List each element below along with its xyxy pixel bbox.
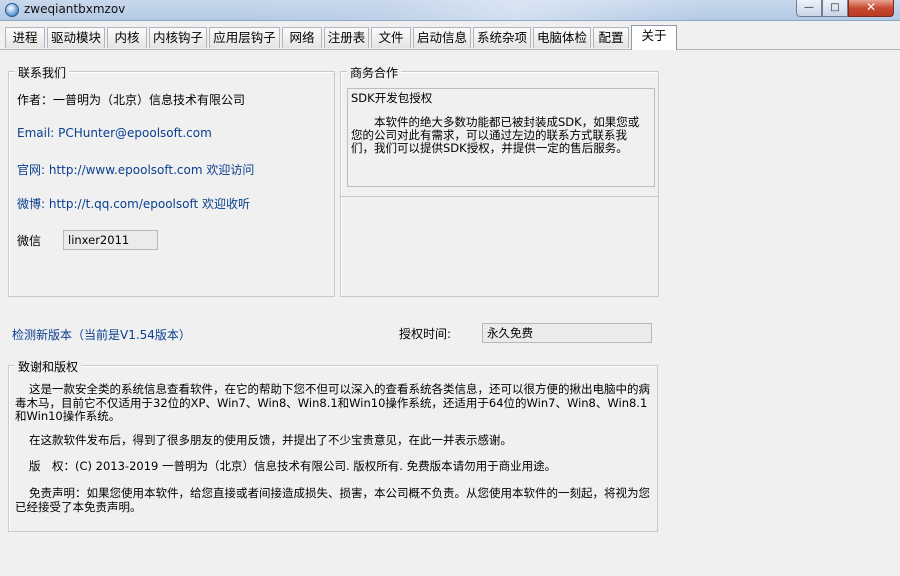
sdk-title: SDK开发包授权: [351, 91, 433, 105]
copyright-paragraph-rights: 版 权：(C) 2013-2019 一普明为（北京）信息技术有限公司. 版权所有…: [29, 459, 557, 473]
tab-process[interactable]: 进程: [5, 27, 45, 48]
tab-kernel[interactable]: 内核: [107, 27, 147, 48]
maximize-button[interactable]: □: [822, 0, 848, 17]
tab-registry[interactable]: 注册表: [324, 27, 369, 48]
business-divider: [340, 196, 659, 197]
email-link[interactable]: Email: PCHunter@epoolsoft.com: [17, 126, 212, 140]
weibo-link[interactable]: 微博: http://t.qq.com/epoolsoft 欢迎收听: [17, 195, 250, 212]
tab-kernel-hooks[interactable]: 内核钩子: [149, 27, 207, 48]
tab-network[interactable]: 网络: [282, 27, 322, 48]
close-button[interactable]: ✕: [848, 0, 894, 17]
wechat-field[interactable]: linxer2011: [63, 230, 158, 250]
title-bar[interactable]: zweqiantbxmzov — □ ✕: [0, 0, 900, 21]
title-bar-background: [240, 0, 700, 20]
tab-strip: 进程 驱动模块 内核 内核钩子 应用层钩子 网络 注册表 文件 启动信息 系统杂…: [0, 25, 900, 50]
copyright-group-title: 致谢和版权: [15, 358, 82, 375]
tab-config[interactable]: 配置: [593, 27, 629, 48]
minimize-button[interactable]: —: [796, 0, 822, 17]
app-icon: [5, 3, 19, 17]
website-link[interactable]: 官网: http://www.epoolsoft.com 欢迎访问: [17, 161, 254, 178]
tab-user-hooks[interactable]: 应用层钩子: [209, 27, 280, 48]
tab-startup[interactable]: 启动信息: [413, 27, 471, 48]
sdk-description: 本软件的绝大多数功能都已被封装成SDK，如果您或您的公司对此有需求，可以通过左边…: [351, 115, 640, 155]
tab-driver-modules[interactable]: 驱动模块: [47, 27, 105, 48]
copyright-paragraph-thanks: 在这款软件发布后，得到了很多朋友的使用反馈，并提出了不少宝贵意见，在此一并表示感…: [29, 433, 512, 447]
author-text: 作者：一普明为（北京）信息技术有限公司: [17, 93, 246, 107]
tab-about[interactable]: 关于: [631, 25, 677, 50]
window-title: zweqiantbxmzov: [24, 2, 126, 16]
auth-time-field[interactable]: 永久免费: [482, 323, 652, 343]
tab-files[interactable]: 文件: [371, 27, 411, 48]
wechat-label: 微信: [17, 234, 42, 248]
tab-system-misc[interactable]: 系统杂项: [473, 27, 531, 48]
copyright-paragraph-disclaimer: 免责声明：如果您使用本软件，给您直接或者间接造成损失、损害，本公司概不负责。从您…: [15, 486, 650, 514]
auth-time-label: 授权时间:: [399, 327, 452, 341]
sdk-info-box: SDK开发包授权 本软件的绝大多数功能都已被封装成SDK，如果您或您的公司对此有…: [347, 88, 655, 187]
business-group-title: 商务合作: [347, 64, 402, 81]
check-update-link[interactable]: 检测新版本（当前是V1.54版本）: [12, 326, 191, 343]
tab-pc-checkup[interactable]: 电脑体检: [533, 27, 591, 48]
copyright-paragraph-intro: 这是一款安全类的系统信息查看软件，在它的帮助下您不但可以深入的查看系统各类信息，…: [15, 382, 650, 423]
contact-group-title: 联系我们: [15, 64, 70, 81]
